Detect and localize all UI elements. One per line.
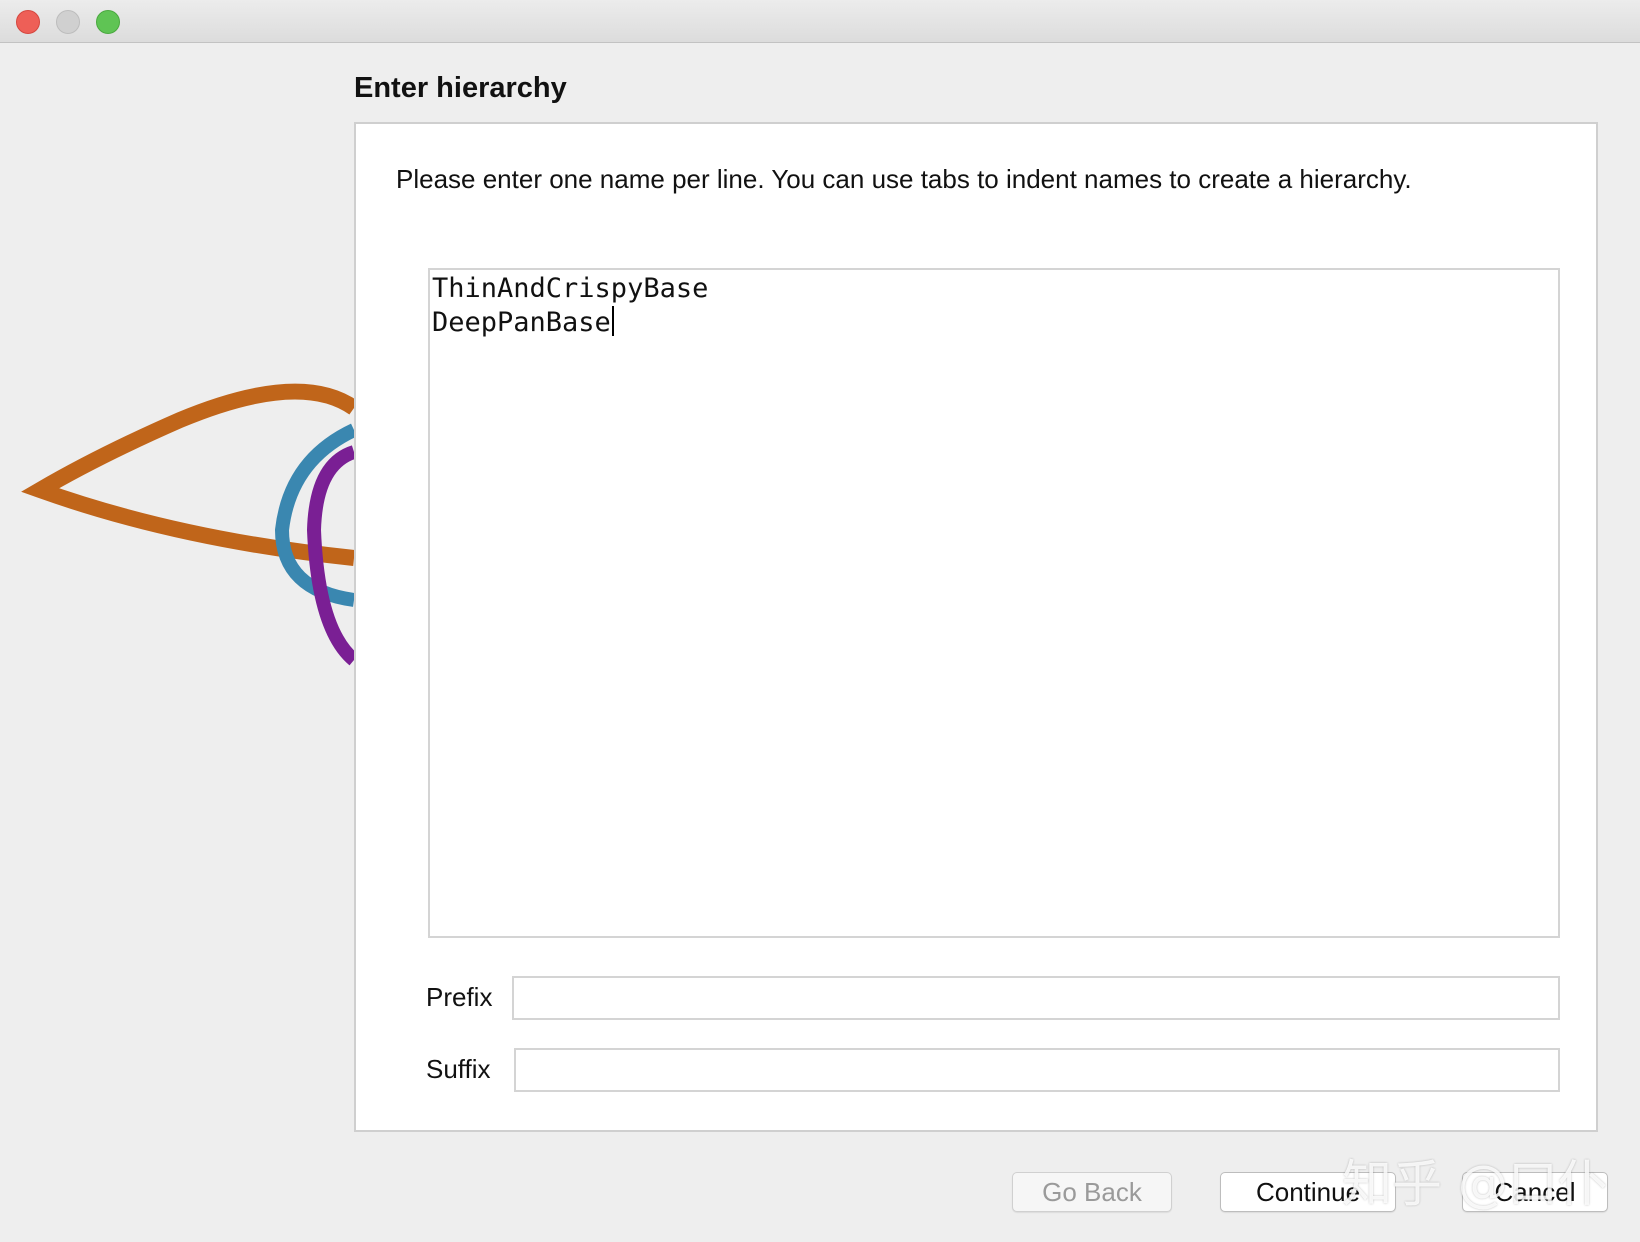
wizard-window: Enter hierarchy Please enter one name pe… (0, 0, 1640, 1242)
title-bar (0, 0, 1640, 43)
hierarchy-panel: Please enter one name per line. You can … (354, 122, 1598, 1132)
zoom-window-button[interactable] (96, 10, 120, 34)
suffix-label: Suffix (426, 1054, 491, 1084)
names-textarea[interactable]: ThinAndCrispyBase DeepPanBase (428, 268, 1560, 938)
page-title: Enter hierarchy (354, 72, 567, 104)
text-caret (611, 306, 614, 336)
suffix-input[interactable] (514, 1048, 1560, 1092)
prefix-label: Prefix (426, 982, 493, 1012)
name-line: ThinAndCrispyBase (432, 273, 709, 304)
minimize-window-button[interactable] (56, 10, 80, 34)
cancel-button[interactable]: Cancel (1462, 1172, 1608, 1212)
name-line: DeepPanBase (432, 306, 1556, 340)
instructions-text: Please enter one name per line. You can … (396, 164, 1412, 194)
go-back-button[interactable]: Go Back (1012, 1172, 1172, 1212)
continue-button[interactable]: Continue (1220, 1172, 1396, 1212)
prefix-input[interactable] (512, 976, 1560, 1020)
close-window-button[interactable] (16, 10, 40, 34)
